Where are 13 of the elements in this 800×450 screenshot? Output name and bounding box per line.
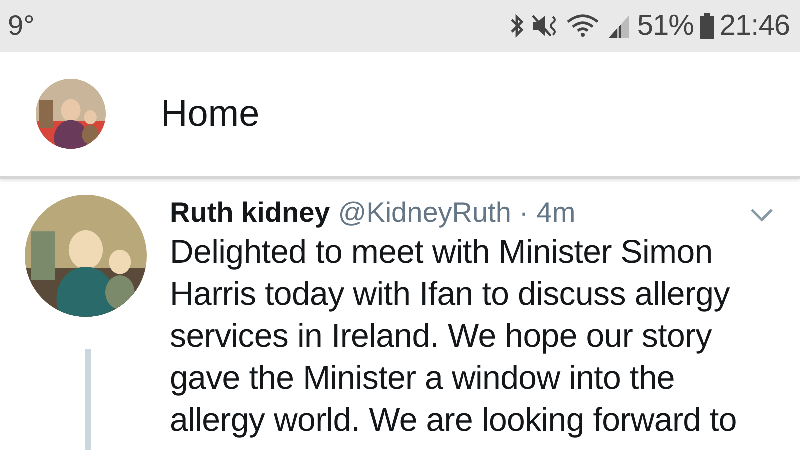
wifi-icon: [567, 14, 600, 38]
tweet-time: 4m: [536, 197, 576, 229]
chevron-down-icon[interactable]: [750, 208, 774, 222]
tweet-text: Delighted to meet with Minister Simon Harris today with Ifan to discuss allergy services in Ireland. We hope our story gave the Minister a window into the allergy world. We are looking forward to: [170, 232, 738, 440]
user-name: Ruth kidney: [170, 197, 330, 229]
clock-time: 21:46: [720, 10, 790, 42]
temperature: 9°: [8, 10, 35, 42]
user-handle: @KidneyRuth: [338, 197, 512, 229]
page-title: Home: [161, 93, 260, 135]
separator-dot: ·: [519, 197, 529, 229]
battery-icon: [700, 13, 714, 39]
battery-percentage: 51%: [637, 10, 694, 42]
bluetooth-icon: [509, 14, 526, 38]
